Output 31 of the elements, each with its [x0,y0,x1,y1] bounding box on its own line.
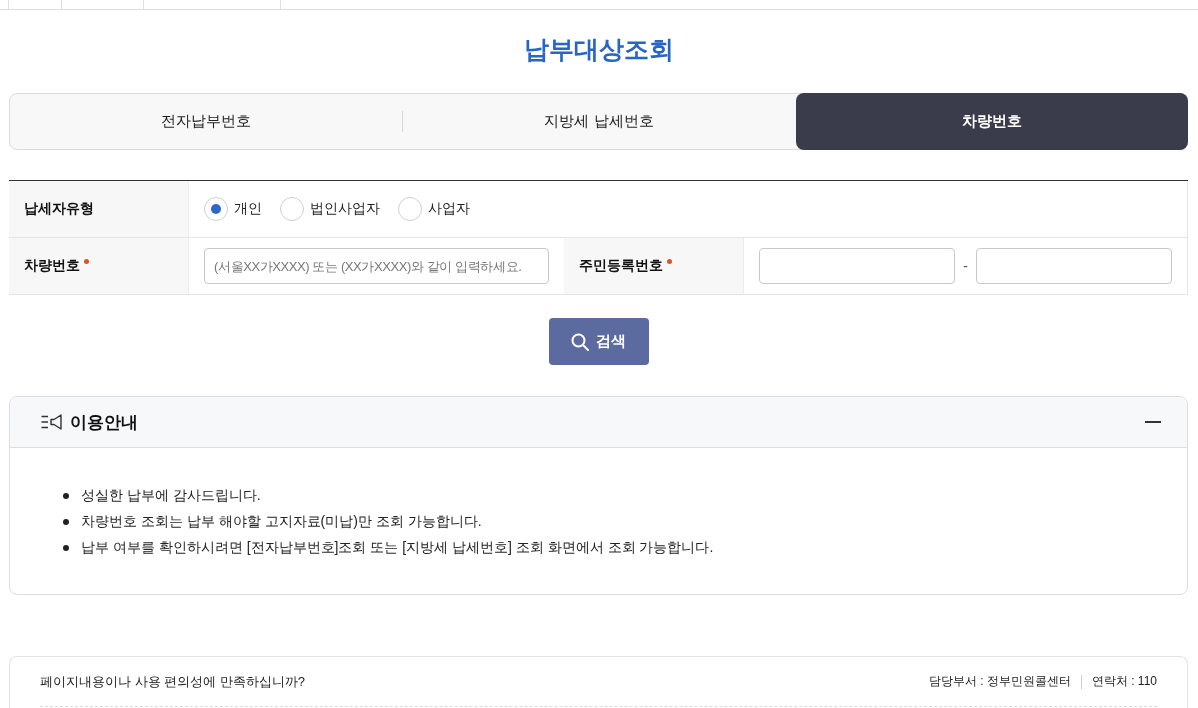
search-icon [571,332,589,351]
vehicle-number-field[interactable]: (서울XX가XXXX) 또는 (XX가XXXX)와 같이 입력하세요. [204,248,550,284]
tab[interactable]: 전자납부번호 [10,94,402,149]
radio-button[interactable] [398,197,422,221]
radio-button[interactable] [204,197,228,221]
field-label: 납세자유형 [24,200,94,218]
page-title: 납부대상조회 [523,34,674,65]
bullet-icon [63,545,69,551]
radio-button[interactable] [280,197,304,221]
guide-text: 차량번호 조회는 납부 해야할 고지자료(미납)만 조회 가능합니다. [81,513,482,531]
field-label: 주민등록번호 [579,257,664,275]
guide-text: 납부 여부를 확인하시려면 [전자납부번호]조회 또는 [지방세 납세번호] 조회 화면에서 조회 가능합니다. [81,539,714,557]
feedback-question: 페이지내용이나 사용 편의성에 만족하십니까? [40,672,306,691]
number-separator: - [963,258,968,274]
resident-number-field[interactable] [976,248,1172,284]
bullet-icon [63,519,69,525]
search-button[interactable]: 검색 [548,318,649,365]
tab[interactable]: 지방세 납세번호 [403,94,795,149]
bullet-icon [63,493,69,499]
tab[interactable]: 차량번호 [796,93,1188,150]
megaphone-list-icon [41,414,62,430]
radio-label[interactable]: 사업자 [428,200,470,218]
guide-text: 성실한 납부에 감사드립니다. [81,487,261,505]
department-text: 담당부서 : 정부민원콜센터 [928,673,1071,690]
resident-number-field[interactable] [759,248,956,284]
field-label: 차량번호 [24,257,80,275]
minus-icon [1145,421,1161,423]
radio-label[interactable]: 법인사업자 [310,200,380,218]
radio-label[interactable]: 개인 [234,200,262,218]
contact-text: 연락처 : 110 [1091,673,1157,690]
guide-title: 이용안내 [70,411,139,434]
